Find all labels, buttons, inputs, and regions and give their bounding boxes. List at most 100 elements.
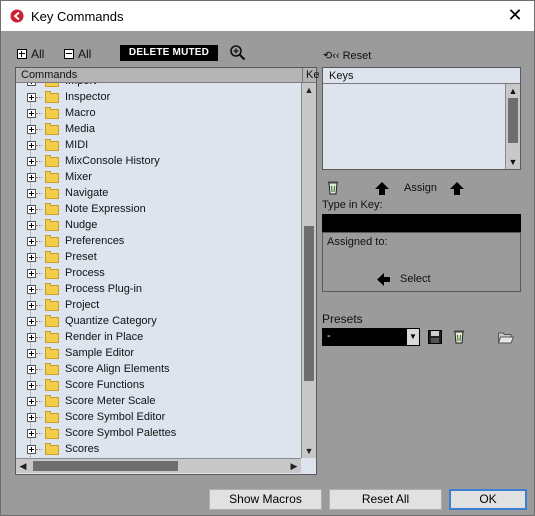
tree-folder-row[interactable]: Score Align Elements bbox=[16, 362, 300, 378]
tree-folder-row[interactable]: Scores bbox=[16, 442, 300, 458]
tree-folder-row[interactable]: Mixer bbox=[16, 170, 300, 186]
assigned-to-label: Assigned to: bbox=[327, 236, 388, 248]
delete-key-icon[interactable] bbox=[326, 180, 340, 196]
expand-plus-icon[interactable] bbox=[27, 301, 36, 310]
collapse-all-button[interactable]: All bbox=[64, 45, 91, 63]
tree-folder-row[interactable]: Nudge bbox=[16, 218, 300, 234]
scroll-up-icon[interactable]: ▲ bbox=[506, 84, 520, 98]
expand-plus-icon[interactable] bbox=[27, 157, 36, 166]
tree-folder-row[interactable]: Media bbox=[16, 122, 300, 138]
expand-plus-icon[interactable] bbox=[27, 397, 36, 406]
folder-icon bbox=[45, 267, 59, 279]
folder-icon bbox=[45, 83, 59, 87]
reset-all-button[interactable]: Reset All bbox=[329, 489, 442, 510]
type-in-key-field[interactable] bbox=[322, 214, 521, 232]
folder-icon bbox=[45, 251, 59, 263]
presets-dropdown[interactable]: - ▼ bbox=[322, 328, 420, 346]
tree-folder-row[interactable]: Render in Place bbox=[16, 330, 300, 346]
expand-plus-icon[interactable] bbox=[27, 413, 36, 422]
tree-folder-row[interactable]: Quantize Category bbox=[16, 314, 300, 330]
title-bar: Key Commands ✕ bbox=[1, 1, 534, 31]
tree-folder-row[interactable]: Process Plug-in bbox=[16, 282, 300, 298]
tree-folder-row[interactable]: Macro bbox=[16, 106, 300, 122]
delete-icon[interactable] bbox=[452, 329, 466, 345]
ok-button[interactable]: OK bbox=[449, 489, 527, 510]
expand-plus-icon[interactable] bbox=[27, 83, 36, 86]
tree-folder-row[interactable]: MIDI bbox=[16, 138, 300, 154]
reset-arrows-icon: ⟲‹‹ bbox=[323, 50, 343, 62]
chevron-down-icon[interactable]: ▼ bbox=[407, 329, 419, 345]
delete-muted-button[interactable]: DELETE MUTED bbox=[120, 45, 218, 61]
scroll-right-icon[interactable]: ▶ bbox=[287, 459, 301, 473]
tree-folder-row[interactable]: MixConsole History bbox=[16, 154, 300, 170]
tree-folder-row[interactable]: Score Symbol Editor bbox=[16, 410, 300, 426]
expand-plus-icon[interactable] bbox=[27, 205, 36, 214]
show-macros-button[interactable]: Show Macros bbox=[209, 489, 322, 510]
expand-plus-icon[interactable] bbox=[27, 365, 36, 374]
expand-plus-icon[interactable] bbox=[27, 317, 36, 326]
tree-folder-row[interactable]: Import bbox=[16, 83, 300, 90]
tree-folder-label: MIDI bbox=[65, 139, 89, 151]
tree-guide bbox=[36, 177, 42, 178]
tree-folder-label: Preset bbox=[65, 251, 97, 263]
tree-folder-row[interactable]: Score Symbol Palettes bbox=[16, 426, 300, 442]
commands-column-header[interactable]: Commands bbox=[21, 69, 77, 81]
expand-plus-icon[interactable] bbox=[27, 237, 36, 246]
save-icon[interactable] bbox=[428, 330, 442, 344]
expand-plus-icon[interactable] bbox=[27, 173, 36, 182]
expand-plus-icon[interactable] bbox=[27, 349, 36, 358]
scroll-down-icon[interactable]: ▼ bbox=[506, 155, 520, 169]
expand-plus-icon[interactable] bbox=[27, 253, 36, 262]
assign-button[interactable]: Assign bbox=[404, 182, 437, 194]
tree-folder-row[interactable]: Note Expression bbox=[16, 202, 300, 218]
scroll-thumb[interactable] bbox=[508, 98, 518, 143]
expand-plus-icon[interactable] bbox=[27, 189, 36, 198]
folder-icon bbox=[45, 123, 59, 135]
arrow-up-icon[interactable] bbox=[375, 182, 389, 195]
assign-row: Assign bbox=[322, 179, 521, 197]
tree-folder-label: Quantize Category bbox=[65, 315, 157, 327]
scroll-thumb[interactable] bbox=[304, 226, 314, 381]
tree-folder-row[interactable]: Score Functions bbox=[16, 378, 300, 394]
tree-folder-row[interactable]: Navigate bbox=[16, 186, 300, 202]
expand-plus-icon[interactable] bbox=[27, 445, 36, 454]
magnifier-plus-icon[interactable] bbox=[229, 44, 247, 62]
scroll-down-icon[interactable]: ▼ bbox=[302, 444, 316, 458]
tree-folder-label: Macro bbox=[65, 107, 96, 119]
scroll-left-icon[interactable]: ◀ bbox=[16, 459, 30, 473]
tree-folder-row[interactable]: Sample Editor bbox=[16, 346, 300, 362]
scroll-thumb[interactable] bbox=[33, 461, 178, 471]
expand-plus-icon[interactable] bbox=[27, 125, 36, 134]
tree-folder-row[interactable]: Process bbox=[16, 266, 300, 282]
folder-open-icon[interactable] bbox=[498, 331, 514, 344]
presets-selected-value: - bbox=[327, 330, 331, 342]
expand-plus-icon[interactable] bbox=[27, 333, 36, 342]
column-divider[interactable] bbox=[302, 68, 303, 82]
expand-plus-icon[interactable] bbox=[27, 381, 36, 390]
expand-all-button[interactable]: All bbox=[17, 45, 44, 63]
close-icon[interactable]: ✕ bbox=[506, 6, 524, 24]
commands-vertical-scrollbar[interactable]: ▲ ▼ bbox=[301, 83, 316, 458]
expand-plus-icon[interactable] bbox=[27, 269, 36, 278]
reset-button[interactable]: ⟲‹‹ Reset bbox=[323, 49, 371, 62]
arrow-up-icon[interactable] bbox=[450, 182, 464, 195]
plus-box-icon bbox=[17, 49, 27, 59]
tree-folder-row[interactable]: Inspector bbox=[16, 90, 300, 106]
expand-plus-icon[interactable] bbox=[27, 429, 36, 438]
keys-scrollbar[interactable]: ▲ ▼ bbox=[505, 84, 520, 169]
tree-folder-label: Process Plug-in bbox=[65, 283, 143, 295]
expand-plus-icon[interactable] bbox=[27, 141, 36, 150]
tree-folder-row[interactable]: Preferences bbox=[16, 234, 300, 250]
expand-plus-icon[interactable] bbox=[27, 109, 36, 118]
scroll-up-icon[interactable]: ▲ bbox=[302, 83, 316, 97]
keys-column-header[interactable]: Ke bbox=[306, 69, 319, 81]
tree-folder-row[interactable]: Project bbox=[16, 298, 300, 314]
select-button[interactable]: Select bbox=[377, 272, 431, 286]
commands-horizontal-scrollbar[interactable]: ◀ ▶ bbox=[16, 458, 301, 473]
expand-plus-icon[interactable] bbox=[27, 221, 36, 230]
expand-plus-icon[interactable] bbox=[27, 93, 36, 102]
tree-folder-row[interactable]: Preset bbox=[16, 250, 300, 266]
tree-folder-row[interactable]: Score Meter Scale bbox=[16, 394, 300, 410]
expand-plus-icon[interactable] bbox=[27, 285, 36, 294]
tree-folder-label: Navigate bbox=[65, 187, 109, 199]
